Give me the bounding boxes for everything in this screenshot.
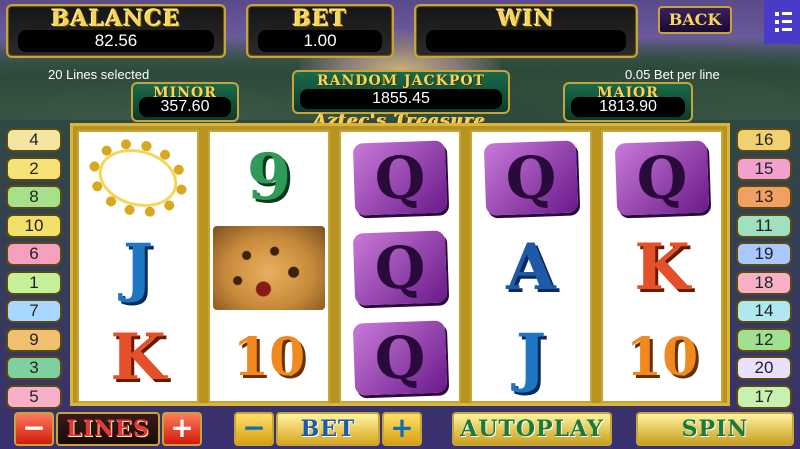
- right-line-button[interactable]: 12: [736, 327, 792, 352]
- symbol-label: Q: [373, 143, 427, 213]
- queen-card: Q: [352, 140, 448, 216]
- right-line-button[interactable]: 11: [736, 213, 792, 238]
- queen-card: Q: [483, 140, 579, 216]
- lines-selected-text: 20 Lines selected: [48, 67, 150, 82]
- right-line-button[interactable]: 19: [736, 242, 792, 266]
- lines-plus-button[interactable]: +: [162, 412, 202, 446]
- balance-meter: BALANCE 82.56: [6, 4, 226, 58]
- minor-jackpot-value: 357.60: [139, 97, 231, 117]
- menu-icon[interactable]: [764, 0, 800, 44]
- balance-value: 82.56: [18, 30, 214, 52]
- symbol-9: 9: [210, 134, 328, 222]
- back-button[interactable]: BACK: [658, 6, 732, 34]
- random-jackpot-value: 1855.45: [300, 89, 502, 109]
- reel-3: QQQ: [339, 130, 461, 403]
- right-line-button[interactable]: 16: [736, 128, 792, 152]
- symbol-label: 10: [625, 327, 699, 388]
- symbol-label: A: [506, 230, 556, 305]
- queen-card: Q: [614, 140, 710, 216]
- bet-value: 1.00: [258, 30, 382, 52]
- reel-1: JK: [77, 128, 199, 403]
- random-jackpot: RANDOM JACKPOT 1855.45: [292, 70, 510, 114]
- symbol-k: K: [79, 314, 197, 402]
- lines-label: LINES: [56, 412, 160, 446]
- queen-card: Q: [352, 230, 448, 306]
- symbol-queen: Q: [603, 134, 721, 222]
- game-screen: BALANCE 82.56 BET 1.00 WIN BACK 20 Lines…: [0, 0, 800, 449]
- reel-2: 9 10: [208, 130, 330, 403]
- minor-jackpot: MINOR 357.60: [131, 82, 239, 122]
- major-jackpot-value: 1813.90: [571, 97, 685, 117]
- left-line-button[interactable]: 2: [6, 156, 62, 181]
- symbol-label: J: [515, 320, 547, 395]
- symbol-label: Q: [373, 323, 427, 393]
- bet-per-line-text: 0.05 Bet per line: [625, 67, 720, 82]
- symbol-k: K: [603, 224, 721, 312]
- major-jackpot: MAJOR 1813.90: [563, 82, 693, 122]
- autoplay-button[interactable]: AUTOPLAY: [452, 412, 612, 446]
- bet-label: BET: [276, 412, 380, 446]
- jaguar-icon: [213, 226, 325, 310]
- symbol-label: J: [122, 230, 154, 305]
- left-line-button[interactable]: 1: [6, 270, 62, 295]
- right-line-button[interactable]: 17: [736, 384, 792, 409]
- left-line-button[interactable]: 10: [6, 213, 62, 238]
- symbol-label: 9: [246, 140, 292, 215]
- bet-minus-button[interactable]: −: [234, 412, 274, 446]
- left-line-button[interactable]: 4: [6, 128, 62, 152]
- reel-5: Q K 10: [601, 130, 723, 403]
- symbol-a: A: [472, 224, 590, 312]
- right-line-button[interactable]: 20: [736, 356, 792, 380]
- symbol-queen: Q: [472, 134, 590, 222]
- symbol-j: J: [79, 224, 197, 312]
- random-jackpot-label: RANDOM JACKPOT: [317, 73, 485, 89]
- left-line-button[interactable]: 6: [6, 242, 62, 266]
- symbol-label: K: [634, 230, 690, 305]
- bet-meter: BET 1.00: [246, 4, 394, 58]
- reel-area: J K 9 10 Q Q Q Q A J Q K 10: [70, 123, 730, 406]
- right-line-button[interactable]: 14: [736, 299, 792, 323]
- symbol-necklace-icon: [79, 128, 197, 228]
- symbol-label: Q: [635, 143, 689, 213]
- symbol-10: 10: [210, 314, 328, 402]
- left-line-button[interactable]: 3: [6, 356, 62, 380]
- win-value: [426, 30, 626, 52]
- symbol-jaguar-icon: [210, 224, 328, 312]
- right-line-button[interactable]: 15: [736, 156, 792, 181]
- symbol-queen: Q: [341, 134, 459, 222]
- spin-button[interactable]: SPIN: [636, 412, 794, 446]
- bet-plus-button[interactable]: +: [382, 412, 422, 446]
- symbol-10: 10: [603, 314, 721, 402]
- gold-necklace-icon: [79, 128, 197, 228]
- queen-card: Q: [352, 320, 448, 396]
- left-line-button[interactable]: 8: [6, 185, 62, 209]
- symbol-label: Q: [373, 233, 427, 303]
- symbol-label: 10: [232, 327, 306, 388]
- symbol-queen: Q: [341, 314, 459, 402]
- lines-minus-button[interactable]: −: [14, 412, 54, 446]
- left-line-button[interactable]: 5: [6, 384, 62, 409]
- left-line-button[interactable]: 9: [6, 327, 62, 352]
- right-line-button[interactable]: 13: [736, 185, 792, 209]
- right-line-button[interactable]: 18: [736, 270, 792, 295]
- win-meter: WIN: [414, 4, 638, 58]
- symbol-label: Q: [504, 143, 558, 213]
- symbol-queen: Q: [341, 224, 459, 312]
- left-line-button[interactable]: 7: [6, 299, 62, 323]
- reel-4: QAJ: [470, 130, 592, 403]
- symbol-j: J: [472, 314, 590, 402]
- symbol-label: K: [110, 320, 166, 395]
